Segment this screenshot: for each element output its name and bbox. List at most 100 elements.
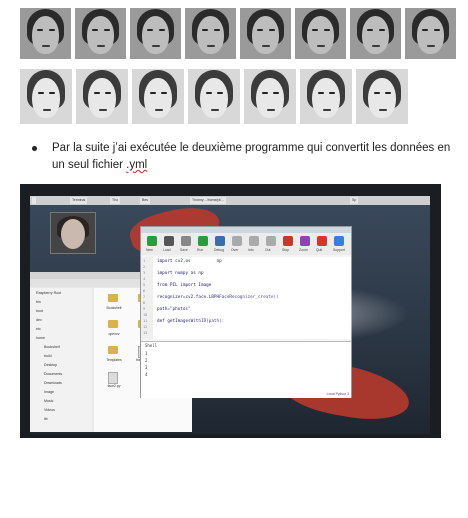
face-thumbnail (295, 8, 346, 59)
over-icon[interactable] (232, 236, 242, 246)
new-icon[interactable] (147, 236, 157, 246)
shell-output-line: 4 (145, 372, 148, 377)
sidebar-folder-item[interactable]: boot (36, 309, 43, 313)
taskbar-item[interactable]: Thonny - /home/pi/... (190, 197, 227, 204)
line-number-gutter: 1 2 3 4 5 6 7 8 9 10 11 12 13 (141, 257, 153, 339)
webcam-preview-window (50, 212, 96, 254)
support-icon[interactable] (334, 236, 344, 246)
sidebar-folder-item[interactable]: Documents (44, 372, 62, 376)
face-thumbnail (300, 69, 352, 124)
line-number: 7 (143, 295, 146, 299)
sidebar-folder-item[interactable]: Downloads (44, 381, 62, 385)
folder-icon[interactable] (108, 320, 118, 328)
shell-label: Shell (145, 343, 158, 348)
save-icon[interactable] (181, 236, 191, 246)
toolbar-label: Zoom (299, 248, 308, 252)
line-number: 5 (143, 283, 146, 287)
line-number: 11 (143, 319, 148, 323)
taskbar-item[interactable]: Tho (110, 197, 121, 204)
into-icon[interactable] (249, 236, 259, 246)
line-number: 6 (143, 289, 146, 293)
face-thumbnail (20, 69, 72, 124)
stop-icon[interactable] (283, 236, 293, 246)
face-thumbnail (240, 8, 291, 59)
face-thumbnails-row-2 (20, 69, 412, 124)
code-line[interactable]: import numpy as np (157, 271, 204, 276)
bullet-text-yml: .yml (126, 159, 148, 171)
run-icon[interactable] (198, 236, 208, 246)
file-label: face2.py (107, 384, 121, 388)
line-number: 13 (143, 331, 148, 335)
toolbar-label: Into (248, 248, 254, 252)
sidebar-folder-item[interactable]: bin (36, 300, 41, 304)
sidebar-folder-item[interactable]: Bookshelf (44, 345, 60, 349)
debug-icon[interactable] (215, 236, 225, 246)
toolbar-label: Quit (316, 248, 323, 252)
out-icon[interactable] (266, 236, 276, 246)
taskbar: Terminal Tho Bes Thonny - /home/pi/... Sp (30, 196, 430, 205)
sidebar-folder-item[interactable]: lib (44, 417, 48, 421)
load-icon[interactable] (164, 236, 174, 246)
interpreter-status: Local Python 3 (326, 392, 349, 396)
taskbar-item[interactable]: Terminal (70, 197, 88, 204)
file-label: Templates (106, 358, 122, 362)
face-thumbnail (188, 69, 240, 124)
sidebar-folder-item[interactable]: Music (44, 399, 53, 403)
face-thumbnail (350, 8, 401, 59)
sidebar-folder-item[interactable]: etc (36, 327, 41, 331)
line-number: 3 (143, 271, 146, 275)
face-thumbnail (76, 69, 128, 124)
line-number: 1 (143, 259, 146, 263)
line-number: 9 (143, 307, 146, 311)
folder-icon[interactable] (108, 346, 118, 354)
line-number: 4 (143, 277, 146, 281)
taskbar-item[interactable] (32, 197, 36, 204)
face-thumbnail (244, 69, 296, 124)
face-thumbnail (185, 8, 236, 59)
shell-output-line: 1 (145, 351, 148, 356)
desktop-screen: Terminal Tho Bes Thonny - /home/pi/... Sp Ra… (30, 196, 430, 434)
toolbar-label: Out (265, 248, 271, 252)
taskbar-item[interactable]: Sp (350, 197, 359, 204)
shell-panel: Shell 1 2 3 4 (141, 341, 351, 398)
face-thumbnail (130, 8, 181, 59)
file-manager-sidebar: Raspberry Root bin boot dev etc home Bookshelf… (30, 288, 92, 432)
screen-glare (170, 284, 410, 344)
sidebar-folder-item[interactable]: home (36, 336, 45, 340)
quit-icon[interactable] (317, 236, 327, 246)
sidebar-folder-item[interactable]: dev (36, 318, 42, 322)
line-number: 10 (143, 313, 148, 317)
sidebar-folder-item[interactable]: Desktop (44, 363, 57, 367)
sidebar-folder-item[interactable]: Raspberry Root (36, 291, 61, 295)
face-thumbnail (132, 69, 184, 124)
taskbar-item[interactable]: Bes (140, 197, 151, 204)
face-thumbnail (20, 8, 71, 59)
toolbar-label: New (146, 248, 153, 252)
zoom-icon[interactable] (300, 236, 310, 246)
face-thumbnail (405, 8, 456, 59)
toolbar-label: Debug (214, 248, 224, 252)
face-thumbnail (75, 8, 126, 59)
toolbar-label: Run (197, 248, 204, 252)
line-number: 2 (143, 265, 146, 269)
folder-icon[interactable] (108, 294, 118, 302)
bullet-text-main: Par la suite j’ai exécutée le deuxième p… (52, 142, 451, 171)
toolbar-label: Support (333, 248, 345, 252)
face-thumbnail (356, 69, 408, 124)
file-icon[interactable] (108, 372, 118, 384)
bullet-text: Par la suite j’ai exécutée le deuxième p… (52, 140, 452, 174)
sidebar-folder-item[interactable]: build (44, 354, 52, 358)
bullet-marker (32, 146, 37, 151)
screen-photo: Terminal Tho Bes Thonny - /home/pi/... Sp Ra… (20, 184, 441, 438)
file-label: Bookshelf (106, 306, 122, 310)
toolbar-label: Stop (282, 248, 289, 252)
line-number: 12 (143, 325, 148, 329)
code-line[interactable]: import cv2,os np (157, 259, 222, 264)
toolbar-label: Save (180, 248, 188, 252)
toolbar-label: Load (163, 248, 171, 252)
face-thumbnails-row-1 (20, 8, 460, 59)
sidebar-folder-item[interactable]: Videos (44, 408, 55, 412)
thonny-toolbar: New Load Save Run Debug Over Into Out Stop Zoom Qu… (141, 233, 351, 255)
file-label: opencv (108, 332, 120, 336)
sidebar-folder-item[interactable]: Image (44, 390, 54, 394)
